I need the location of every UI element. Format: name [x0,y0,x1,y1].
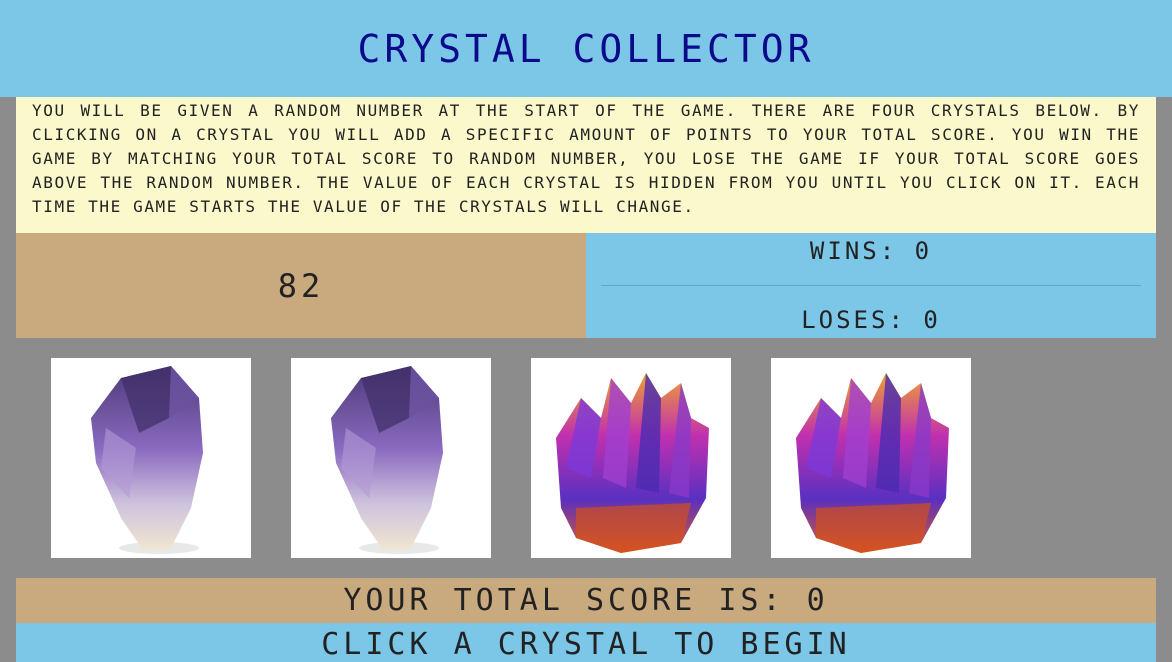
stats-panel: Wins: 0 Loses: 0 [586,233,1156,338]
stats-divider [601,285,1141,286]
page-header: Crystal Collector [0,0,1172,97]
crystal-button-2[interactable] [291,358,491,558]
game-status-message: Click a crystal to begin [16,623,1156,662]
page-title: Crystal Collector [357,26,815,71]
aura-quartz-crystal-icon [556,373,709,553]
crystal-button-1[interactable] [51,358,251,558]
total-score: Your total score is: 0 [16,578,1156,623]
random-number-display: 82 [16,233,586,338]
amethyst-crystal-icon [331,366,443,554]
crystal-button-3[interactable] [531,358,731,558]
amethyst-crystal-icon [91,366,203,554]
loses-counter: Loses: 0 [801,306,941,334]
instructions-text: You will be given a random number at the… [16,97,1156,233]
wins-counter: Wins: 0 [809,237,933,265]
aura-quartz-crystal-icon [796,373,949,553]
crystal-button-4[interactable] [771,358,971,558]
